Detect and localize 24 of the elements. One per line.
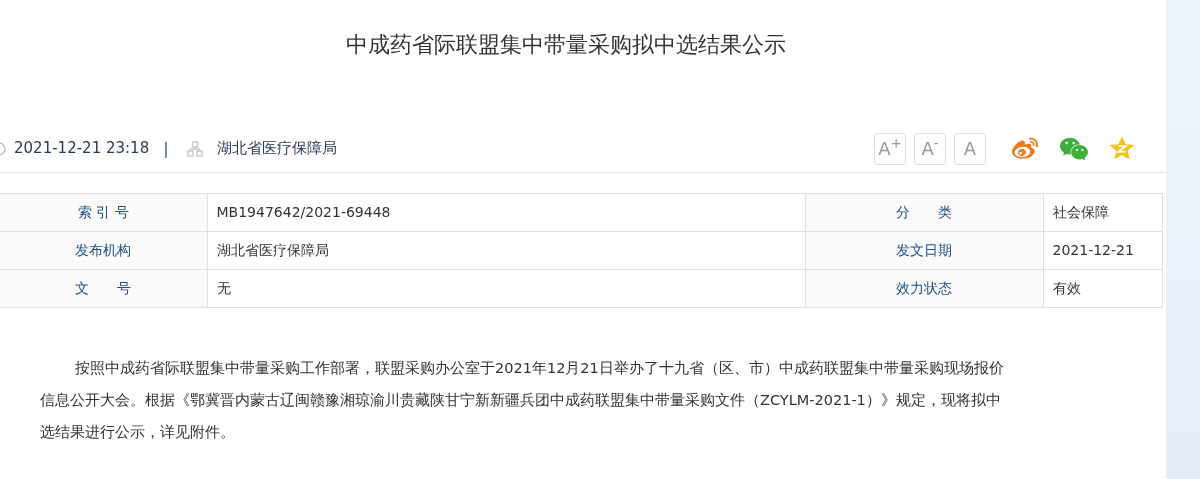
publisher-name: 湖北省医疗保障局 xyxy=(216,138,337,160)
field-value: 湖北省医疗保障局 xyxy=(207,231,805,270)
announcement-paragraph: 按照中成药省际联盟集中带量采购工作部署，联盟采购办公室于2021年12月21日举办了十九省（区、市）中成药联盟集中带量采购现场报价 信息公开大会。根据《鄂冀晋内蒙古辽闽赣豫湘琼渝川贵藏陕甘宁新新疆兵团中成药联盟集中带量采购文件（ZCYLM-2021-1）》规定，现将拟中 选结果进行公示，详见附件。 xyxy=(39,359,1005,442)
weibo-icon[interactable] xyxy=(1010,135,1040,162)
field-value: 2021-12-21 xyxy=(1043,231,1163,270)
font-size-button[interactable]: A$^{+}$ xyxy=(874,132,906,165)
field-label: 效力状态 xyxy=(805,269,1043,308)
field-label: 发布机构 xyxy=(0,231,207,270)
wechat-icon[interactable] xyxy=(1058,135,1090,162)
separator: | xyxy=(163,137,169,160)
page-title: 中成药省际联盟集中带量采购拟中选结果公示 xyxy=(345,31,786,59)
field-value: 有效 xyxy=(1043,269,1163,308)
font-size-button[interactable]: A$^{-}$ xyxy=(914,132,946,165)
field-label: 索 引 号 xyxy=(0,193,207,232)
field-label: 发文日期 xyxy=(805,231,1043,270)
field-label: 文 号 xyxy=(0,269,207,308)
font-size-button[interactable]: A xyxy=(954,132,986,165)
publish-datetime: 2021-12-21 23:18 xyxy=(14,138,150,160)
sitemap-icon xyxy=(186,140,203,157)
clock-icon xyxy=(0,141,6,156)
field-value: MB1947642/2021-69448 xyxy=(207,193,805,232)
field-value: 社会保障 xyxy=(1043,193,1163,232)
field-value: 无 xyxy=(207,269,805,308)
field-label: 分 类 xyxy=(805,193,1043,232)
